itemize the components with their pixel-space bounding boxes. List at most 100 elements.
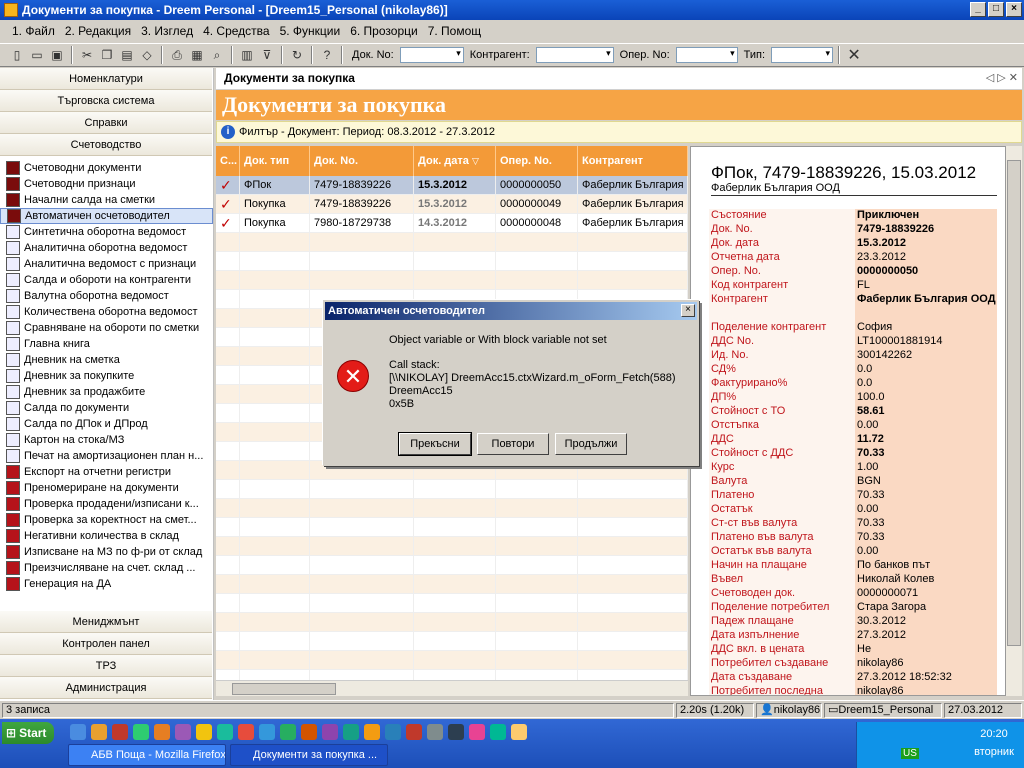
- table-row[interactable]: ✓ ФПок 7479-18839226 15.3.2012 0000000050 Фаб…: [216, 176, 688, 195]
- sidebar-item[interactable]: Проверка продадени/изписани к...: [0, 496, 213, 512]
- sidebar-item[interactable]: Преномериране на документи: [0, 480, 213, 496]
- sidebar-item[interactable]: Картон на стока/МЗ: [0, 432, 213, 448]
- menu-functions[interactable]: 5. Функции: [280, 24, 341, 38]
- quick-launch-icon[interactable]: [70, 724, 86, 740]
- cut-icon[interactable]: ✂: [78, 46, 96, 64]
- table-row[interactable]: [216, 233, 688, 252]
- quick-launch-icon[interactable]: [343, 724, 359, 740]
- col-partner[interactable]: Контрагент: [578, 146, 688, 176]
- continue-button[interactable]: Продължи: [555, 433, 627, 455]
- sidebar-item[interactable]: Автоматичен осчетоводител: [0, 208, 213, 224]
- col-doc-type[interactable]: Док. тип: [240, 146, 310, 176]
- new-icon[interactable]: ▯: [8, 46, 26, 64]
- sidebar-item[interactable]: Дневник за покупките: [0, 368, 213, 384]
- refresh-icon[interactable]: ↻: [288, 46, 306, 64]
- table-row[interactable]: ✓ Покупка 7980-18729738 14.3.2012 0000000048…: [216, 214, 688, 233]
- search-icon[interactable]: ⌕: [208, 46, 226, 64]
- table-row[interactable]: ✓ Покупка 7479-18839226 15.3.2012 0000000049…: [216, 195, 688, 214]
- taskbar-item-firefox[interactable]: АБВ Поща - Mozilla Firefox: [68, 744, 226, 766]
- sidebar-section-0[interactable]: Номенклатури: [0, 68, 212, 90]
- quick-launch-icon[interactable]: [448, 724, 464, 740]
- quick-launch-icon[interactable]: [427, 724, 443, 740]
- quick-launch-icon[interactable]: [280, 724, 296, 740]
- menu-windows[interactable]: 6. Прозорци: [350, 24, 417, 38]
- sidebar-item[interactable]: Проверка за коректност на смет...: [0, 512, 213, 528]
- close-button[interactable]: ×: [1006, 2, 1022, 17]
- sidebar-item[interactable]: Аналитична оборотна ведомост: [0, 240, 213, 256]
- partner-combo[interactable]: [535, 47, 614, 63]
- quick-launch-icon[interactable]: [469, 724, 485, 740]
- sidebar-item[interactable]: Генерация на ДА: [0, 576, 213, 592]
- sidebar-item[interactable]: Количествена оборотна ведомост: [0, 304, 213, 320]
- sidebar-section-3[interactable]: Счетоводство: [0, 134, 212, 156]
- abort-button[interactable]: Прекъсни: [398, 432, 472, 456]
- sidebar-section-1[interactable]: Търговска система: [0, 90, 212, 112]
- quick-launch-icon[interactable]: [511, 724, 527, 740]
- col-doc-date[interactable]: Док. дата ▽: [414, 146, 496, 176]
- quick-launch-icon[interactable]: [175, 724, 191, 740]
- sidebar-item[interactable]: Салда и обороти на контрагенти: [0, 272, 213, 288]
- sidebar-bottom-section-1[interactable]: Контролен панел: [0, 633, 212, 655]
- menu-edit[interactable]: 2. Редакция: [65, 24, 131, 38]
- paste-icon[interactable]: ▤: [118, 46, 136, 64]
- quick-launch-icon[interactable]: [217, 724, 233, 740]
- table-row[interactable]: [216, 613, 688, 632]
- table-row[interactable]: [216, 594, 688, 613]
- filter-icon[interactable]: ⊽: [258, 46, 276, 64]
- quick-launch-icon[interactable]: [154, 724, 170, 740]
- sidebar-item[interactable]: Главна книга: [0, 336, 213, 352]
- sidebar-bottom-section-0[interactable]: Мениджмънт: [0, 611, 212, 633]
- table-row[interactable]: [216, 499, 688, 518]
- tab-nav-icons[interactable]: ◁ ▷ ✕: [986, 71, 1018, 84]
- sidebar-item[interactable]: Салда по документи: [0, 400, 213, 416]
- sidebar-bottom-section-2[interactable]: ТРЗ: [0, 655, 212, 677]
- dialog-close-button[interactable]: ×: [681, 304, 695, 317]
- quick-launch-icon[interactable]: [301, 724, 317, 740]
- sidebar-item[interactable]: Негативни количества в склад: [0, 528, 213, 544]
- minimize-button[interactable]: _: [970, 2, 986, 17]
- clock[interactable]: 20:20 вторник: [966, 728, 1022, 758]
- sidebar-item[interactable]: Синтетична оборотна ведомост: [0, 224, 213, 240]
- quick-launch-icon[interactable]: [490, 724, 506, 740]
- quick-launch-icon[interactable]: [322, 724, 338, 740]
- table-row[interactable]: [216, 518, 688, 537]
- sidebar-item[interactable]: Печат на амортизационен план н...: [0, 448, 213, 464]
- menu-help[interactable]: 7. Помощ: [428, 24, 481, 38]
- sidebar-section-2[interactable]: Справки: [0, 112, 212, 134]
- sidebar-item[interactable]: Счетоводни документи: [0, 160, 213, 176]
- sidebar-item[interactable]: Експорт на отчетни регистри: [0, 464, 213, 480]
- open-icon[interactable]: ▭: [28, 46, 46, 64]
- oper-no-combo[interactable]: [675, 47, 738, 63]
- quick-launch-icon[interactable]: [112, 724, 128, 740]
- grid-horizontal-scrollbar[interactable]: [216, 680, 688, 696]
- menu-view[interactable]: 3. Изглед: [141, 24, 193, 38]
- clear-filter-icon[interactable]: ✕: [845, 46, 863, 64]
- quick-launch-icon[interactable]: [91, 724, 107, 740]
- retry-button[interactable]: Повтори: [477, 433, 549, 455]
- print-icon[interactable]: ⎙: [168, 46, 186, 64]
- maximize-button[interactable]: □: [988, 2, 1004, 17]
- sidebar-item[interactable]: Счетоводни признаци: [0, 176, 213, 192]
- details-vertical-scrollbar[interactable]: [1006, 146, 1022, 696]
- tab-purchase-documents[interactable]: Документи за покупка: [224, 71, 355, 85]
- col-state[interactable]: С...: [216, 146, 240, 176]
- table-row[interactable]: [216, 556, 688, 575]
- quick-launch-icon[interactable]: [364, 724, 380, 740]
- quick-launch-icon[interactable]: [406, 724, 422, 740]
- start-button[interactable]: ⊞ Start: [2, 722, 54, 744]
- table-row[interactable]: [216, 651, 688, 670]
- grid-icon[interactable]: ▥: [238, 46, 256, 64]
- table-row[interactable]: [216, 537, 688, 556]
- doc-no-combo[interactable]: [399, 47, 464, 63]
- col-doc-no[interactable]: Док. No.: [310, 146, 414, 176]
- col-oper-no[interactable]: Опер. No.: [496, 146, 578, 176]
- quick-launch-icon[interactable]: [133, 724, 149, 740]
- sidebar-item[interactable]: Валутна оборотна ведомост: [0, 288, 213, 304]
- table-row[interactable]: [216, 252, 688, 271]
- quick-launch-icon[interactable]: [196, 724, 212, 740]
- table-row[interactable]: [216, 480, 688, 499]
- eraser-icon[interactable]: ◇: [138, 46, 156, 64]
- sidebar-item[interactable]: Аналитична ведомост с признаци: [0, 256, 213, 272]
- quick-launch-icon[interactable]: [259, 724, 275, 740]
- sidebar-bottom-section-3[interactable]: Администрация: [0, 677, 212, 699]
